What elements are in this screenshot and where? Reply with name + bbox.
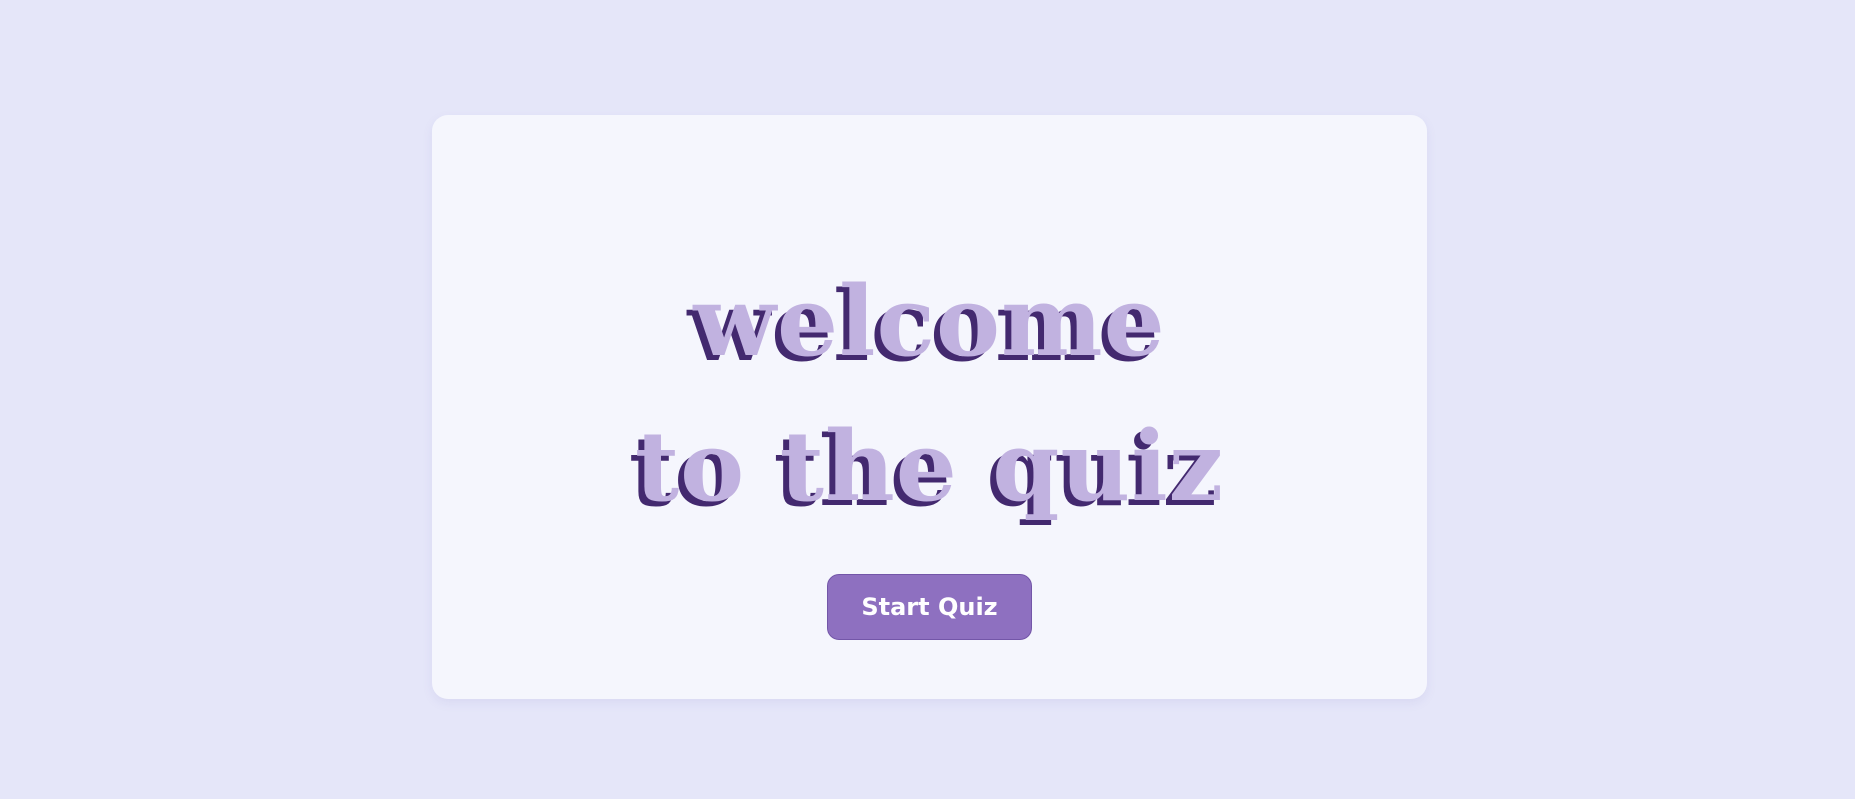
welcome-title: welcome to the quiz: [432, 253, 1427, 543]
welcome-card: welcome to the quiz Start Quiz: [432, 115, 1427, 699]
title-line-welcome: welcome: [693, 265, 1166, 378]
title-line-to-the-quiz: to the quiz: [634, 410, 1225, 523]
start-quiz-button[interactable]: Start Quiz: [827, 574, 1032, 640]
